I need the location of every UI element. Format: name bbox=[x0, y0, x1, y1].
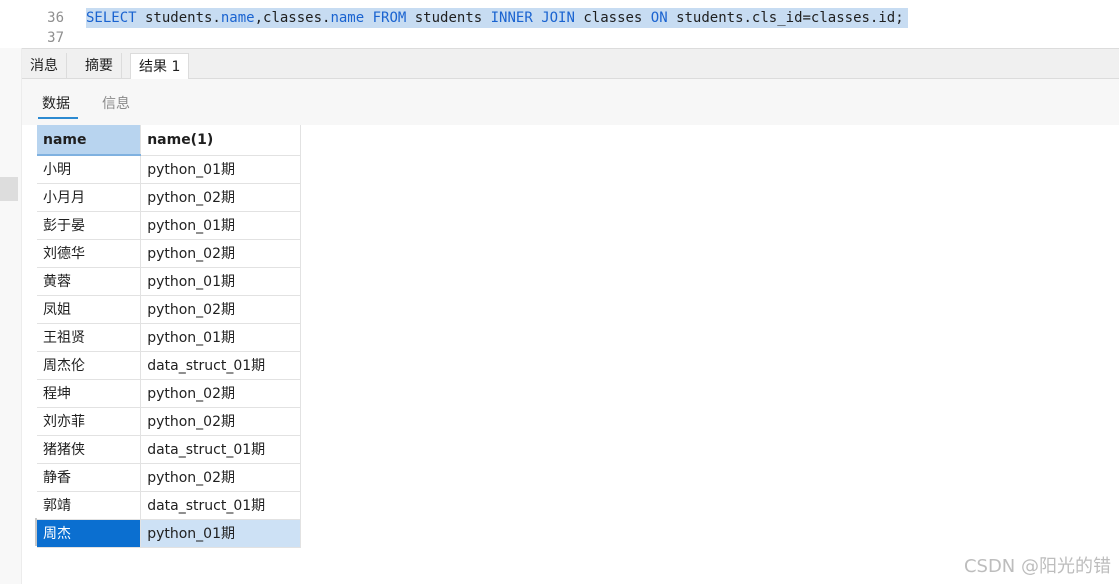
table-row[interactable]: 彭于晏 python_01期 bbox=[37, 211, 301, 240]
editor-line: 37 bbox=[0, 28, 1119, 48]
line-number: 36 bbox=[47, 10, 64, 26]
sql-keyword: FROM bbox=[372, 10, 407, 26]
editor-gutter bbox=[0, 0, 22, 584]
table-row[interactable]: 刘亦菲 python_02期 bbox=[37, 407, 301, 436]
sql-keyword: ON bbox=[650, 10, 668, 26]
panel-resize-handle[interactable] bbox=[0, 177, 18, 201]
line-number: 37 bbox=[47, 30, 64, 46]
sql-text: students.cls_id=classes.id; bbox=[667, 10, 904, 26]
table-row[interactable]: 小明 python_01期 bbox=[37, 155, 301, 184]
cell-class-name[interactable]: python_01期 bbox=[140, 155, 301, 184]
sql-text: classes bbox=[574, 10, 651, 26]
cell-class-name[interactable]: python_02期 bbox=[140, 183, 301, 212]
cell-name[interactable]: 郭靖 bbox=[37, 491, 142, 520]
cell-name[interactable]: 小月月 bbox=[37, 183, 142, 212]
table-row[interactable]: 郭靖 data_struct_01期 bbox=[37, 491, 301, 520]
cell-name[interactable]: 周杰 bbox=[37, 519, 142, 548]
cell-class-name[interactable]: data_struct_01期 bbox=[140, 435, 301, 464]
result-grid: name name(1) 小明 python_01期 小月月 python_02期 彭于… bbox=[37, 125, 301, 548]
cell-class-name[interactable]: data_struct_01期 bbox=[140, 351, 301, 380]
sql-editor[interactable]: 36 SELECT students.name,classes.name FRO… bbox=[0, 0, 1119, 48]
table-row[interactable]: 周杰 python_01期 bbox=[37, 519, 301, 548]
sql-keyword: name bbox=[330, 10, 365, 26]
cell-name[interactable]: 黄蓉 bbox=[37, 267, 142, 296]
table-row[interactable]: 静香 python_02期 bbox=[37, 463, 301, 492]
cell-class-name[interactable]: data_struct_01期 bbox=[140, 491, 301, 520]
sql-statement[interactable]: SELECT students.name,classes.name FROM s… bbox=[86, 8, 908, 28]
cell-name[interactable]: 刘亦菲 bbox=[37, 407, 142, 436]
cell-class-name[interactable]: python_02期 bbox=[140, 463, 301, 492]
tab-messages[interactable]: 消息 bbox=[22, 53, 67, 79]
subtab-info[interactable]: 信息 bbox=[102, 93, 130, 113]
cell-class-name[interactable]: python_02期 bbox=[140, 239, 301, 268]
sql-text: ,classes. bbox=[254, 10, 331, 26]
current-row-indicator bbox=[22, 518, 37, 546]
table-row[interactable]: 程坤 python_02期 bbox=[37, 379, 301, 408]
cell-name[interactable]: 猪猪侠 bbox=[37, 435, 142, 464]
cell-name[interactable]: 周杰伦 bbox=[37, 351, 142, 380]
table-row[interactable]: 王祖贤 python_01期 bbox=[37, 323, 301, 352]
cell-name[interactable]: 凤姐 bbox=[37, 295, 142, 324]
cell-class-name[interactable]: python_02期 bbox=[140, 379, 301, 408]
sql-keyword: SELECT bbox=[86, 10, 137, 26]
sql-keyword: name bbox=[220, 10, 255, 26]
cell-name[interactable]: 静香 bbox=[37, 463, 142, 492]
subtab-data[interactable]: 数据 bbox=[42, 93, 70, 113]
result-subtabs: 数据 信息 bbox=[22, 79, 1119, 125]
sql-text: students. bbox=[136, 10, 221, 26]
cell-name[interactable]: 小明 bbox=[37, 155, 142, 184]
cell-class-name[interactable]: python_01期 bbox=[140, 267, 301, 296]
table-row[interactable]: 周杰伦 data_struct_01期 bbox=[37, 351, 301, 380]
cell-class-name[interactable]: python_02期 bbox=[140, 295, 301, 324]
table-row[interactable]: 黄蓉 python_01期 bbox=[37, 267, 301, 296]
editor-line: 36 SELECT students.name,classes.name FRO… bbox=[0, 8, 1119, 28]
cell-name[interactable]: 彭于晏 bbox=[37, 211, 142, 240]
tab-result-1[interactable]: 结果 1 bbox=[130, 53, 190, 80]
table-row[interactable]: 小月月 python_02期 bbox=[37, 183, 301, 212]
cell-class-name[interactable]: python_01期 bbox=[140, 519, 301, 548]
table-row[interactable]: 猪猪侠 data_struct_01期 bbox=[37, 435, 301, 464]
table-row[interactable]: 刘德华 python_02期 bbox=[37, 239, 301, 268]
watermark: CSDN @阳光的错 bbox=[963, 556, 1111, 577]
column-header-name-1[interactable]: name(1) bbox=[140, 125, 301, 156]
cell-name[interactable]: 刘德华 bbox=[37, 239, 142, 268]
grid-header-row: name name(1) bbox=[37, 125, 301, 156]
table-row[interactable]: 凤姐 python_02期 bbox=[37, 295, 301, 324]
column-header-name[interactable]: name bbox=[37, 125, 142, 156]
cell-class-name[interactable]: python_01期 bbox=[140, 323, 301, 352]
cell-class-name[interactable]: python_02期 bbox=[140, 407, 301, 436]
sql-keyword: INNER JOIN bbox=[490, 10, 575, 26]
result-tabbar: 消息 摘要 结果 1 bbox=[22, 48, 1119, 80]
cell-name[interactable]: 王祖贤 bbox=[37, 323, 142, 352]
sql-text: students bbox=[406, 10, 491, 26]
tab-summary[interactable]: 摘要 bbox=[77, 53, 122, 79]
cell-name[interactable]: 程坤 bbox=[37, 379, 142, 408]
active-subtab-indicator bbox=[38, 117, 78, 119]
cell-class-name[interactable]: python_01期 bbox=[140, 211, 301, 240]
